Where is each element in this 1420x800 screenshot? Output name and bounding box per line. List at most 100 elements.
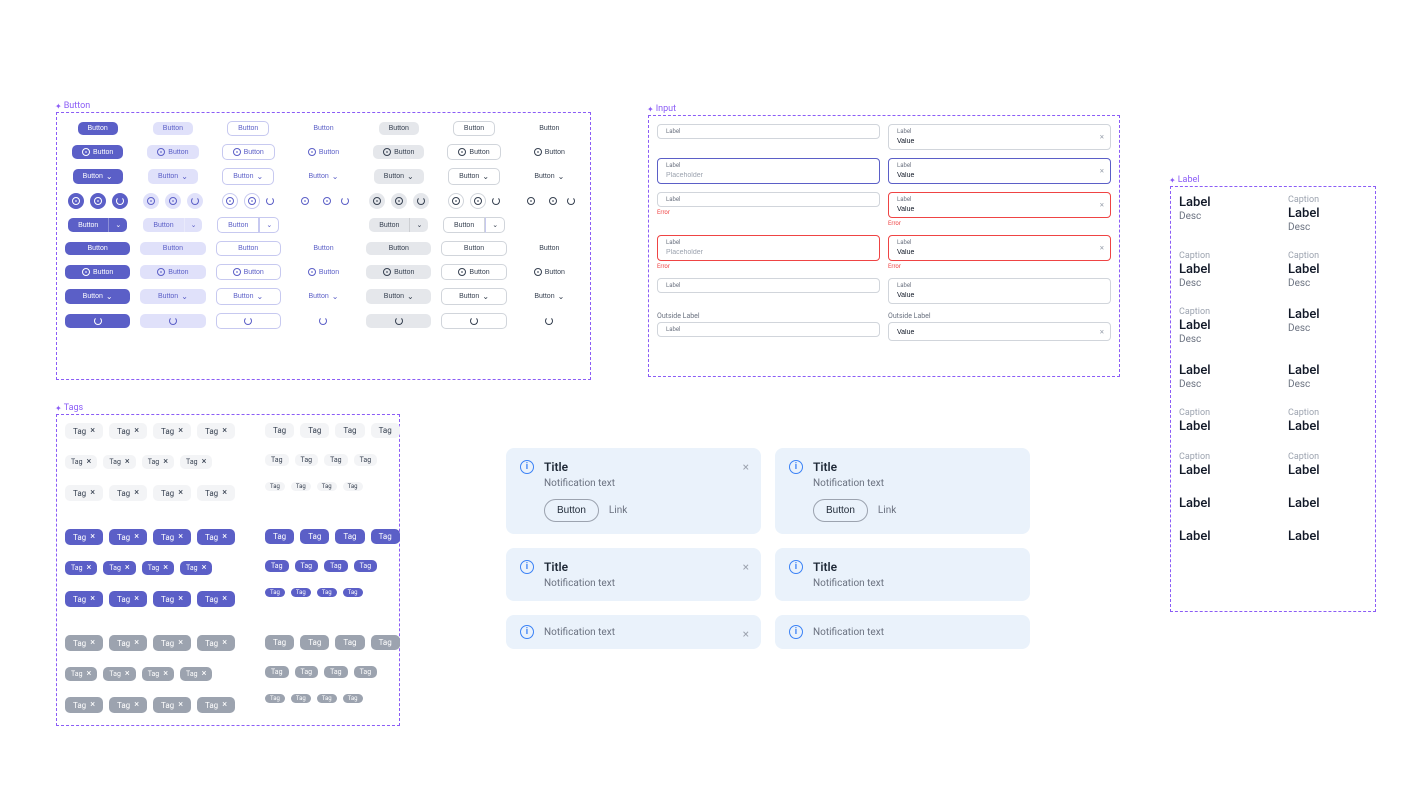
button-grey[interactable]: Button: [379, 122, 419, 135]
tag-neutral-removable[interactable]: Tag×: [65, 485, 103, 501]
icon-button[interactable]: [165, 193, 181, 209]
tag-primary-removable[interactable]: Tag×: [103, 561, 135, 575]
icon-button[interactable]: [90, 193, 106, 209]
split-main[interactable]: Button: [143, 218, 183, 232]
split-chevron[interactable]: ⌄: [485, 217, 505, 233]
button-grey-text[interactable]: Button: [529, 122, 569, 135]
button-soft[interactable]: Button: [153, 122, 193, 135]
tag-grey[interactable]: Tag: [354, 666, 378, 678]
button-text-full-icon[interactable]: Button: [291, 265, 356, 279]
icon-button[interactable]: [545, 193, 561, 209]
field-value[interactable]: [897, 206, 1102, 213]
button-text-full[interactable]: Button: [291, 242, 356, 255]
tag-neutral[interactable]: Tag: [317, 482, 337, 491]
input-field[interactable]: Label×: [888, 124, 1111, 150]
close-icon[interactable]: ×: [178, 426, 183, 436]
button-grey-outline-full[interactable]: Button: [441, 241, 506, 256]
tag-grey-removable[interactable]: Tag×: [65, 635, 103, 651]
tag-neutral-removable[interactable]: Tag×: [103, 455, 135, 469]
close-icon[interactable]: ×: [134, 700, 139, 710]
tag-grey-removable[interactable]: Tag×: [180, 667, 212, 681]
tag-grey[interactable]: Tag: [371, 635, 400, 650]
button-text-loading[interactable]: [291, 314, 356, 328]
tag-neutral[interactable]: Tag: [324, 454, 348, 466]
button-soft-full[interactable]: Button: [140, 242, 205, 255]
tag-grey-removable[interactable]: Tag×: [197, 697, 235, 713]
icon-button[interactable]: [68, 193, 84, 209]
tag-neutral[interactable]: Tag: [371, 423, 400, 438]
field-value[interactable]: [897, 172, 1102, 179]
button-soft-loading[interactable]: [140, 314, 205, 328]
notification-link[interactable]: Link: [878, 505, 896, 516]
button-primary-loading[interactable]: [65, 314, 130, 328]
button-outline[interactable]: Button: [227, 121, 269, 136]
tag-grey[interactable]: Tag: [295, 666, 319, 678]
tag-grey[interactable]: Tag: [265, 666, 289, 678]
button-primary-dropdown[interactable]: Button⌄: [73, 169, 123, 184]
close-icon[interactable]: ×: [90, 426, 95, 436]
button-soft-dropdown[interactable]: Button⌄: [148, 169, 198, 184]
tag-primary-removable[interactable]: Tag×: [197, 529, 235, 545]
close-icon[interactable]: ×: [743, 560, 749, 574]
button-soft-full-dropdown[interactable]: Button⌄: [140, 289, 205, 304]
tag-primary[interactable]: Tag: [317, 588, 337, 597]
button-primary-full-dropdown[interactable]: Button⌄: [65, 289, 130, 304]
tag-neutral[interactable]: Tag: [265, 454, 289, 466]
close-icon[interactable]: ×: [134, 594, 139, 604]
button-primary[interactable]: Button: [78, 122, 118, 135]
tag-primary-removable[interactable]: Tag×: [65, 561, 97, 575]
icon-button-loading[interactable]: [187, 193, 203, 209]
button-primary-full-icon[interactable]: Button: [65, 265, 130, 279]
button-outline-dropdown[interactable]: Button⌄: [222, 168, 274, 185]
close-icon[interactable]: ×: [125, 457, 130, 467]
button-outline-full-icon[interactable]: Button: [216, 264, 281, 280]
tag-grey[interactable]: Tag: [265, 694, 285, 703]
close-icon[interactable]: ×: [202, 563, 207, 573]
button-grey-outline-full-dropdown[interactable]: Button⌄: [441, 288, 506, 305]
notification-button[interactable]: Button: [544, 499, 599, 522]
close-icon[interactable]: ×: [202, 669, 207, 679]
split-chevron[interactable]: ⌄: [259, 217, 279, 233]
button-outline-icon[interactable]: Button: [222, 144, 275, 160]
button-grey-outline-icon[interactable]: Button: [447, 144, 500, 160]
close-icon[interactable]: ×: [163, 669, 168, 679]
close-icon[interactable]: ×: [1100, 244, 1104, 253]
tag-primary-removable[interactable]: Tag×: [153, 529, 191, 545]
close-icon[interactable]: ×: [90, 488, 95, 498]
close-icon[interactable]: ×: [1100, 201, 1104, 210]
field-value[interactable]: [666, 172, 871, 179]
tag-primary-removable[interactable]: Tag×: [109, 529, 147, 545]
tag-neutral-removable[interactable]: Tag×: [65, 423, 103, 439]
tag-primary[interactable]: Tag: [343, 588, 363, 597]
close-icon[interactable]: ×: [178, 594, 183, 604]
button-text-icon[interactable]: Button: [298, 145, 349, 159]
icon-button[interactable]: [143, 193, 159, 209]
close-icon[interactable]: ×: [1100, 327, 1104, 336]
tag-primary[interactable]: Tag: [300, 529, 329, 544]
tag-grey-removable[interactable]: Tag×: [153, 697, 191, 713]
input-field-error[interactable]: LabelError: [657, 192, 880, 227]
tag-neutral-removable[interactable]: Tag×: [109, 485, 147, 501]
icon-button[interactable]: [297, 193, 313, 209]
close-icon[interactable]: ×: [134, 426, 139, 436]
tag-neutral[interactable]: Tag: [295, 454, 319, 466]
split-chevron[interactable]: ⌄: [409, 218, 428, 232]
button-primary-icon[interactable]: Button: [72, 145, 123, 159]
field-value[interactable]: [897, 249, 1102, 256]
close-icon[interactable]: ×: [163, 457, 168, 467]
button-soft-icon[interactable]: Button: [147, 145, 198, 159]
close-icon[interactable]: ×: [178, 532, 183, 542]
tag-grey-removable[interactable]: Tag×: [65, 697, 103, 713]
tag-primary[interactable]: Tag: [295, 560, 319, 572]
input-field[interactable]: Label: [657, 278, 880, 304]
icon-button[interactable]: [222, 193, 238, 209]
close-icon[interactable]: ×: [90, 594, 95, 604]
icon-button[interactable]: [369, 193, 385, 209]
close-icon[interactable]: ×: [1100, 167, 1104, 176]
tag-grey[interactable]: Tag: [300, 635, 329, 650]
tag-primary[interactable]: Tag: [291, 588, 311, 597]
tag-neutral-removable[interactable]: Tag×: [180, 455, 212, 469]
tag-neutral[interactable]: Tag: [265, 423, 294, 438]
close-icon[interactable]: ×: [178, 700, 183, 710]
button-grey-text-dropdown[interactable]: Button⌄: [524, 169, 574, 184]
